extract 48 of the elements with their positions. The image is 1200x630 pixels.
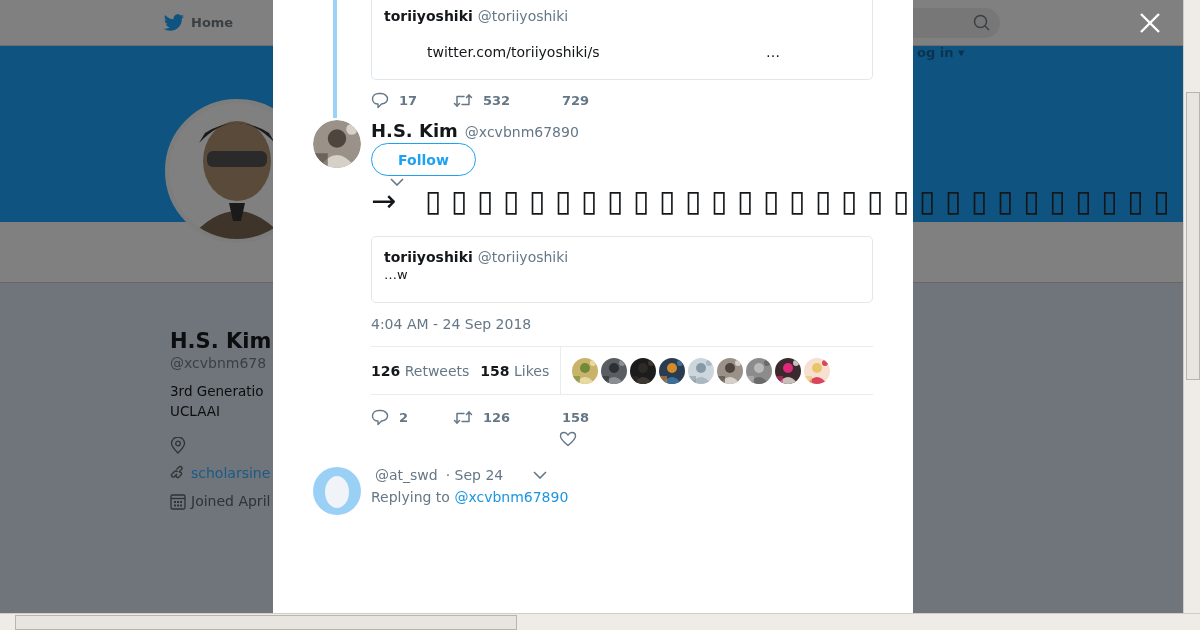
retweets-count[interactable]: 126 Retweets [371,362,470,379]
calendar-icon [170,492,186,510]
replying-to-text: Replying to @xcvbnm67890 [371,489,570,505]
like-count[interactable]: 158 [562,407,590,427]
profile-name: H.S. Kim [170,329,272,353]
location-icon [170,436,186,454]
search-icon [973,14,990,31]
author-name: H.S. Kim [371,120,458,141]
author-avatar[interactable] [313,120,361,168]
horizontal-scrollbar[interactable] [0,613,1200,630]
link-icon [170,465,186,481]
profile-handle: @xcvbnm678 [170,355,267,371]
quoted-tweet[interactable]: toriiyoshiki @toriiyoshiki …w [371,236,873,303]
quoted-handle: @toriiyoshiki [477,249,569,265]
close-button[interactable] [1139,12,1161,34]
quoted-author: toriiyoshiki [384,8,473,24]
retweet-icon [453,92,473,108]
quoted-ellipsis: … [766,44,780,60]
heart-icon [559,431,577,447]
reply-handle: @at_swd [375,467,438,483]
retweet-button[interactable]: 532 [453,90,562,110]
bio-line: 3rd Generatio [170,382,264,401]
retweet-button[interactable]: 126 [453,407,562,427]
bird-icon [163,13,185,32]
quoted-tweet[interactable]: toriiyoshiki @toriiyoshiki twitter.com/toriiyoshiki/s … [371,0,873,80]
bio-line: UCLAAI [170,402,220,421]
reply-icon [371,91,389,109]
quoted-handle: @toriiyoshiki [477,8,569,24]
reply-button[interactable]: 17 [371,90,453,110]
quoted-link: twitter.com/toriiyoshiki/s [427,44,600,60]
reply-date: · Sep 24 [445,467,504,483]
tweet-timestamp: 4:04 AM - 24 Sep 2018 [371,316,533,332]
caret-icon[interactable] [390,178,404,186]
home-link[interactable]: Home [163,13,234,32]
author-handle: @xcvbnm67890 [464,124,579,140]
follow-button[interactable]: Follow [371,143,476,176]
vertical-scrollbar[interactable] [1183,0,1200,613]
search-field[interactable] [913,7,1000,38]
quoted-author: toriiyoshiki [384,249,473,265]
mention-link[interactable]: @xcvbnm67890 [454,489,569,505]
likes-count[interactable]: 158 Likes [480,362,550,379]
quoted-text: …w [384,267,409,282]
retweet-icon [453,409,473,425]
reply-icon [371,408,389,426]
chevron-icon[interactable] [533,471,548,479]
reply-button[interactable]: 2 [371,407,453,427]
joined-date: Joined April [191,493,271,509]
like-count[interactable]: 729 [562,90,590,110]
